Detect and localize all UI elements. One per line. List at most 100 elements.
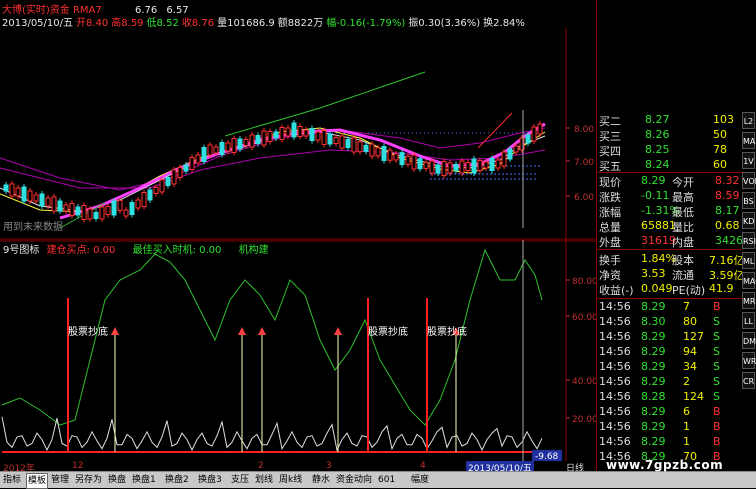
bottom-tab[interactable]: 换盘3 [197,473,223,487]
bottom-tab[interactable]: 静水 [311,473,331,487]
bottom-tab[interactable]: 资金动向 [335,473,373,487]
sidebar-button-vol[interactable]: VOL [742,172,756,189]
sidebar-button-rsi[interactable]: RSI [742,232,756,249]
indicator-line-b: 最佳买入时机: 0.00 [132,245,222,256]
candle-body [411,154,417,170]
indicator-tick: 80.00 [572,277,596,287]
candle-body [57,200,63,212]
candle-body [105,206,111,215]
indicator-current-value: -9.68 [535,452,559,461]
time-label: 12 [72,461,84,471]
tick-volume: 124 [683,390,704,403]
stat-label: 股本 [672,254,694,267]
candle-body [495,159,501,169]
tick-time: 14:56 [599,315,631,328]
quote-value: 65881 [641,219,676,232]
main-chart-watermark: 用到未来数据 [3,222,63,233]
bottom-tab[interactable]: 换盘 [107,473,127,487]
stat-value: 7.16亿 [709,254,745,267]
bottom-tab[interactable]: 管理 [50,473,70,487]
chart-header: 大博(实时)资金 RMA7 6.76 6.57 2013/05/10/五 开8.4… [0,0,596,29]
candle-body [63,204,69,212]
indicator-chart[interactable]: 80.00 60.00 40.00 20.00 股票抄底 股票抄底 股票抄底 -9.68 [0,240,596,461]
bid-price: 8.26 [645,128,670,141]
candle-body [513,145,519,153]
bottom-tab[interactable]: 幅度 [410,473,430,487]
candle-body [483,161,489,169]
stat-value: 0.049 [641,282,673,295]
candle-body [447,162,453,174]
candle-body [87,208,93,220]
tick-side: S [713,330,720,343]
tick-volume: 1 [683,420,690,433]
sidebar-button-cr[interactable]: CR [742,372,755,389]
bottom-tab[interactable]: 换盘2 [164,473,190,487]
bottom-signal-label: 股票抄底 [427,325,467,338]
tick-side: S [713,360,720,373]
quote-label: 今开 [672,176,694,189]
tick-price: 8.30 [641,315,666,328]
candle-body [297,126,303,137]
bottom-tab[interactable]: 另存为 [74,473,103,487]
sidebar-button-ma[interactable]: MA [742,132,755,149]
tick-side: S [713,390,720,403]
candle-body [183,164,189,172]
tick-price: 8.29 [641,405,666,418]
sidebar-button-kd[interactable]: KD [742,212,755,229]
sidebar-button-dmi[interactable]: DMI [742,332,756,349]
bid-level-label: 买二 [599,115,621,128]
tick-volume: 6 [683,405,690,418]
tick-volume: 34 [683,360,697,373]
candle-body [267,131,273,142]
bottom-tab[interactable]: 划线 [254,473,274,487]
bottom-tab[interactable]: 指标 [2,473,22,487]
candle-body [237,138,243,150]
candlestick-chart[interactable]: 8.00 7.00 6.00 [0,28,596,240]
candle-body [333,137,339,144]
bottom-tab[interactable]: 601 [377,473,396,487]
tick-row: 14:56 8.29 1 B [597,435,743,451]
quote-label: 现价 [599,176,621,189]
indicator-tick: 60.00 [572,313,596,323]
bottom-toolbar: 指标 模板 管理 另存为 换盘 换盘1 换盘2 换盘3 支压 划线 周k线 静水 资金动向 601 幅度 [0,471,756,489]
candle-body [417,158,423,170]
bottom-tab[interactable]: 支压 [230,473,250,487]
candle-body [357,141,363,153]
sidebar-button-wr[interactable]: WR [742,352,756,369]
quote-row: 外盘 31619 内盘 34262 [597,234,750,250]
tick-price: 8.29 [641,420,666,433]
stat-value: 41.9 [709,282,734,295]
sidebar-button-mr[interactable]: MR [742,292,755,309]
candle-body [201,147,207,162]
candle-body [459,160,465,174]
candle-body [387,149,393,161]
bottom-tab[interactable]: 换盘1 [131,473,157,487]
tick-row: 14:56 8.29 127 S [597,330,743,346]
candle-body [255,135,261,144]
candle-body [27,190,33,202]
candle-body [93,212,99,219]
tick-volume: 7 [683,300,690,313]
bid-price: 8.24 [645,158,670,171]
candle-body [69,203,75,216]
bid-volume: 60 [713,158,727,171]
sidebar-button-1v[interactable]: 1V [742,152,755,169]
bid-price: 8.27 [645,113,670,126]
candle-body [225,142,231,152]
candle-body [369,143,375,157]
sidebar-button-macd[interactable]: MACD [742,272,756,289]
quote-label: 涨幅 [599,206,621,219]
tick-price: 8.29 [641,300,666,313]
candle-body [213,146,219,154]
quote-label: 最低 [672,206,694,219]
sidebar-button-bs[interactable]: BS [742,192,755,209]
tick-row: 14:56 8.29 94 S [597,345,743,361]
quote-label: 最高 [672,191,694,204]
sidebar-button-ml[interactable]: ML [742,252,755,269]
bottom-tab[interactable]: 周k线 [278,473,303,487]
candle-body [117,200,123,211]
sidebar-button-ll[interactable]: LL [742,312,755,329]
sidebar-button-l2[interactable]: L2 [742,112,755,129]
quote-row: 涨幅 -1.31% 最低 8.17 [597,204,743,220]
indicator-tick: 40.00 [572,377,596,387]
